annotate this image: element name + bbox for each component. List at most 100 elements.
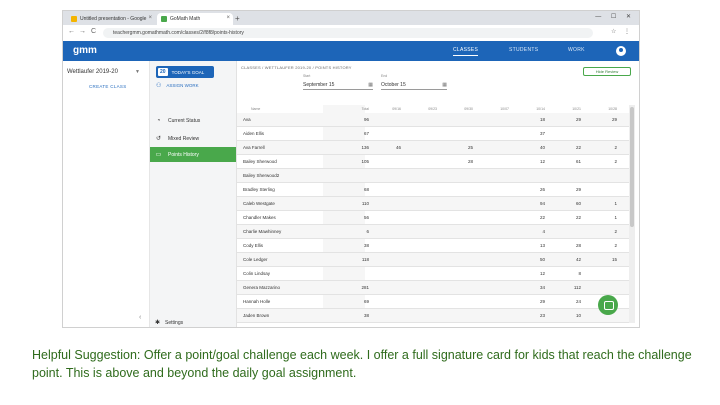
menu-item-mixed-review[interactable]: ↺ Mixed Review bbox=[150, 131, 236, 146]
week-points: 28 bbox=[467, 159, 473, 164]
week-points: 29 bbox=[539, 299, 545, 304]
table-row[interactable]: Aiden Ellis 67 37 bbox=[237, 127, 629, 141]
student-name[interactable]: Cody Ellis bbox=[243, 243, 263, 248]
table-row[interactable]: Ava 96 18 29 29 bbox=[237, 113, 629, 127]
total-points: 281 bbox=[361, 285, 369, 290]
hide-review-button[interactable]: Hide Review bbox=[583, 67, 631, 76]
chat-help-button[interactable] bbox=[598, 295, 618, 315]
menu-item-current-status[interactable]: ◔ Current Status bbox=[150, 113, 236, 128]
menu-item-points-history[interactable]: ▭ Points History bbox=[150, 147, 236, 162]
header-8[interactable]: 10/28 bbox=[595, 107, 617, 111]
week-points: 26 bbox=[539, 187, 545, 192]
student-name[interactable]: Bailey Sherwood2 bbox=[243, 173, 279, 178]
chevron-down-icon[interactable]: ▼ bbox=[135, 69, 140, 75]
student-name[interactable]: Cole Ledger bbox=[243, 257, 268, 262]
collapse-sidebar-icon[interactable]: ‹ bbox=[139, 314, 141, 321]
week-points: 15 bbox=[611, 257, 617, 262]
reload-button[interactable]: C bbox=[91, 28, 96, 35]
table-row[interactable]: Colin Lindsay 12 8 bbox=[237, 267, 629, 281]
slide-caption: Helpful Suggestion: Offer a point/goal c… bbox=[32, 348, 692, 380]
table-row[interactable]: Chandler Makes 56 22 22 1 bbox=[237, 211, 629, 225]
week-points: 10 bbox=[575, 313, 581, 318]
table-row[interactable]: Caleb Westgate 110 94 60 1 bbox=[237, 197, 629, 211]
new-tab-button[interactable]: + bbox=[235, 14, 240, 23]
header-3[interactable]: 09/23 bbox=[415, 107, 437, 111]
points-history-panel: CLASSES / WETTLAUFER 2019-20 / POINTS HI… bbox=[237, 61, 639, 327]
address-bar: ← → C teachergmm.gomathmath.com/classes/… bbox=[63, 25, 639, 42]
url-field[interactable]: teachergmm.gomathmath.com/classes/2/f8f8… bbox=[103, 28, 593, 38]
student-name[interactable]: Hannah Holle bbox=[243, 299, 270, 304]
week-points: 37 bbox=[539, 131, 545, 136]
week-points: 28 bbox=[575, 243, 581, 248]
table-row[interactable]: Bradley Sterling 68 26 29 bbox=[237, 183, 629, 197]
table-row[interactable]: Charlie Mawhinney 6 4 2 bbox=[237, 225, 629, 239]
table-row[interactable]: Jaden Brown 38 23 10 bbox=[237, 309, 629, 323]
goal-count: 20 bbox=[158, 68, 168, 76]
history-icon: ↺ bbox=[155, 136, 162, 142]
table-scrollbar[interactable] bbox=[629, 105, 635, 323]
student-name[interactable]: Aiden Ellis bbox=[243, 131, 264, 136]
settings-button[interactable]: ✱ Settings bbox=[155, 319, 183, 327]
browser-menu-icons[interactable]: ☆ ⋮ bbox=[611, 28, 633, 35]
week-points: 25 bbox=[467, 145, 473, 150]
table-row[interactable]: Bailey Sherwood 105 28 12 61 2 bbox=[237, 155, 629, 169]
header-6[interactable]: 10/14 bbox=[523, 107, 545, 111]
header-4[interactable]: 09/30 bbox=[451, 107, 473, 111]
week-points: 29 bbox=[575, 187, 581, 192]
student-name[interactable]: Charlie Mawhinney bbox=[243, 229, 281, 234]
close-tab-icon[interactable]: × bbox=[226, 15, 230, 21]
student-name[interactable]: Genera Mazzarino bbox=[243, 285, 280, 290]
nav-students[interactable]: STUDENTS bbox=[509, 47, 538, 53]
forward-button[interactable]: → bbox=[79, 28, 86, 35]
week-points: 4 bbox=[542, 229, 545, 234]
student-name[interactable]: Ava bbox=[243, 117, 251, 122]
week-points: 22 bbox=[575, 145, 581, 150]
week-points: 42 bbox=[575, 257, 581, 262]
total-points: 110 bbox=[361, 201, 369, 206]
menu-item-label: Points History bbox=[168, 151, 199, 158]
create-class-link[interactable]: CREATE CLASS bbox=[89, 84, 127, 89]
close-tab-icon[interactable]: × bbox=[148, 15, 152, 21]
student-name[interactable]: Colin Lindsay bbox=[243, 271, 270, 276]
header-2[interactable]: 09/16 bbox=[379, 107, 401, 111]
window-controls[interactable]: — ☐ ✕ bbox=[595, 13, 635, 20]
nav-classes[interactable]: CLASSES bbox=[453, 47, 479, 56]
table-row[interactable]: Hannah Holle 69 29 24 bbox=[237, 295, 629, 309]
nav-work[interactable]: WORK bbox=[568, 47, 585, 53]
browser-tab-gomath[interactable]: GoMath Math × bbox=[157, 13, 233, 25]
student-name[interactable]: Chandler Makes bbox=[243, 215, 276, 220]
back-button[interactable]: ← bbox=[68, 28, 75, 35]
gmm-logo[interactable]: gmm bbox=[73, 45, 97, 56]
table-row[interactable]: Ava Farrell 136 46 25 40 22 2 bbox=[237, 141, 629, 155]
account-icon[interactable] bbox=[616, 46, 626, 56]
class-selector[interactable]: Wettlaufer 2019-20 bbox=[67, 69, 118, 75]
calendar-icon[interactable]: ▦ bbox=[368, 82, 373, 88]
table-row[interactable]: Cole Ledger 118 50 42 15 bbox=[237, 253, 629, 267]
student-name[interactable]: Caleb Westgate bbox=[243, 201, 275, 206]
table-row[interactable]: Bailey Sherwood2 bbox=[237, 169, 629, 183]
week-points: 29 bbox=[611, 117, 617, 122]
table-row[interactable]: Cody Ellis 38 13 28 2 bbox=[237, 239, 629, 253]
assign-work-button[interactable]: ⚇ ASSIGN WORK bbox=[156, 82, 199, 89]
student-name[interactable]: Bailey Sherwood bbox=[243, 159, 277, 164]
end-date-field[interactable]: October 15 ▦ bbox=[381, 80, 447, 90]
calendar-icon[interactable]: ▦ bbox=[442, 82, 447, 88]
browser-tab-slides[interactable]: Untitled presentation - Google × bbox=[67, 13, 155, 25]
table-row[interactable]: Genera Mazzarino 281 34 112 bbox=[237, 281, 629, 295]
header-name[interactable]: Name bbox=[251, 107, 260, 111]
header-7[interactable]: 10/21 bbox=[559, 107, 581, 111]
app-header: gmm CLASSES STUDENTS WORK bbox=[63, 41, 639, 61]
tab-title: Untitled presentation - Google bbox=[80, 16, 147, 22]
student-name[interactable]: Ava Farrell bbox=[243, 145, 265, 150]
todays-goal-button[interactable]: 20 TODAY'S GOAL bbox=[156, 66, 214, 78]
scrollbar-thumb[interactable] bbox=[630, 107, 634, 227]
week-points: 60 bbox=[575, 201, 581, 206]
breadcrumb[interactable]: CLASSES / WETTLAUFER 2019-20 / POINTS HI… bbox=[241, 65, 352, 70]
student-name[interactable]: Bradley Sterling bbox=[243, 187, 275, 192]
header-5[interactable]: 10/07 bbox=[487, 107, 509, 111]
start-date-field[interactable]: September 15 ▦ bbox=[303, 80, 373, 90]
student-name[interactable]: Jaden Brown bbox=[243, 313, 269, 318]
screenshot-frame: Untitled presentation - Google × GoMath … bbox=[62, 10, 640, 328]
week-points: 2 bbox=[614, 159, 617, 164]
header-1[interactable]: Total bbox=[347, 107, 369, 111]
